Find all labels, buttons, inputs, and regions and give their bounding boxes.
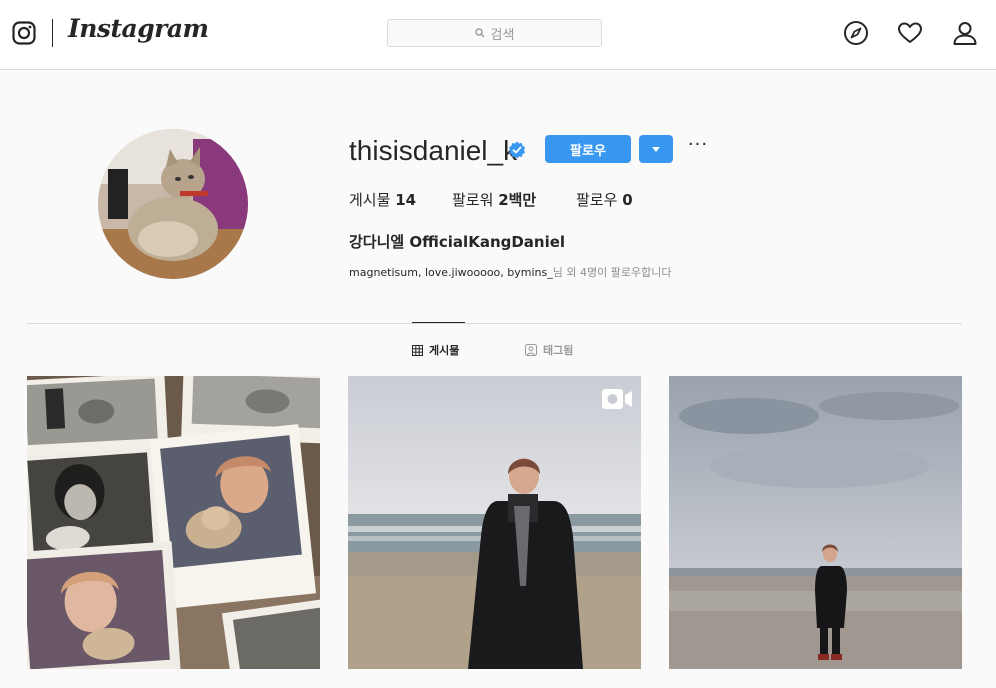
profile-avatar[interactable] <box>98 129 248 279</box>
follow-button[interactable]: 팔로우 <box>545 135 631 163</box>
post-image-polaroids <box>27 376 320 669</box>
followers-value: 2백만 <box>498 191 537 209</box>
followers-label: 팔로워 <box>452 191 494 209</box>
profile-username: thisisdaniel_k <box>349 135 518 166</box>
instagram-wordmark[interactable]: Instagram <box>68 14 209 43</box>
tab-posts[interactable]: 게시물 <box>412 342 459 358</box>
tab-posts-label: 게시물 <box>429 344 460 357</box>
top-navigation: Instagram 검색 <box>0 0 996 70</box>
search-icon <box>474 28 485 38</box>
tab-tagged-label: 태그됨 <box>543 344 574 357</box>
followed-by-names[interactable]: magnetisum, love.jiwooooo, bymins_ <box>349 266 553 279</box>
post-thumbnail[interactable] <box>669 376 962 669</box>
video-badge-icon <box>602 389 632 409</box>
posts-label: 게시물 <box>349 191 391 209</box>
post-image-wide-beach <box>669 376 962 669</box>
post-image-beach-man <box>348 376 641 669</box>
post-thumbnail[interactable] <box>27 376 320 669</box>
avatar-cat-image <box>98 129 248 279</box>
search-input[interactable]: 검색 <box>387 19 602 47</box>
follow-options-dropdown-button[interactable] <box>639 135 673 163</box>
tagged-icon <box>525 344 537 356</box>
search-placeholder: 검색 <box>490 27 515 43</box>
post-thumbnail[interactable] <box>348 376 641 669</box>
active-tab-indicator <box>412 322 465 323</box>
profile-full-name: 강다니엘 OfficialKangDaniel <box>349 233 566 251</box>
verified-badge-icon <box>509 141 525 159</box>
heart-icon[interactable] <box>897 20 923 46</box>
tab-divider <box>27 323 962 324</box>
following-count[interactable]: 팔로우 0 <box>576 189 633 210</box>
followed-by-text[interactable]: magnetisum, love.jiwooooo, bymins_님 외 4명… <box>349 264 671 280</box>
posts-count: 게시물 14 <box>349 189 416 210</box>
following-value: 0 <box>622 191 633 209</box>
compass-icon[interactable] <box>843 20 869 46</box>
logo-separator <box>52 19 53 47</box>
posts-value: 14 <box>395 191 417 209</box>
person-icon[interactable] <box>952 20 978 46</box>
followed-by-suffix: 님 외 4명이 팔로우합니다 <box>552 266 672 279</box>
followers-count[interactable]: 팔로워 2백만 <box>452 189 536 210</box>
more-options-button[interactable]: ··· <box>686 134 710 162</box>
instagram-glyph-icon[interactable] <box>12 21 36 45</box>
tab-tagged[interactable]: 태그됨 <box>525 342 573 358</box>
following-label: 팔로우 <box>576 191 618 209</box>
grid-icon <box>412 344 423 356</box>
